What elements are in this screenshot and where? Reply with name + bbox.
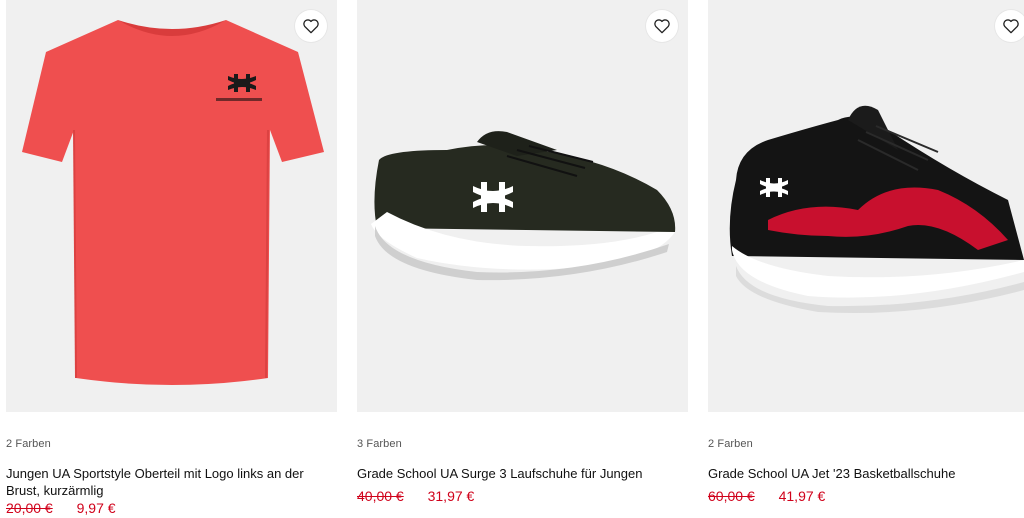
sale-price: 41,97 € — [778, 488, 826, 504]
color-count: 2 Farben — [708, 438, 753, 450]
sale-price: 9,97 € — [76, 500, 116, 516]
olive-running-shoe-image — [371, 131, 676, 281]
original-price: 20,00 € — [6, 500, 53, 516]
product-card[interactable]: 2 Farben Jungen UA Sportstyle Oberteil m… — [6, 0, 337, 518]
product-name-link[interactable]: Jungen UA Sportstyle Oberteil mit Logo l… — [6, 465, 337, 499]
sale-price: 31,97 € — [427, 488, 475, 504]
price-row: 40,00 € 31,97 € — [357, 488, 474, 504]
product-image-olive-running-shoe[interactable] — [357, 0, 688, 412]
product-card[interactable]: 3 Farben Grade School UA Surge 3 Laufsch… — [357, 0, 688, 518]
product-image-red-tshirt[interactable] — [6, 0, 337, 412]
heart-icon — [654, 19, 670, 34]
heart-icon — [303, 19, 319, 34]
heart-icon — [1003, 19, 1019, 34]
color-count: 2 Farben — [6, 438, 51, 450]
price-row: 20,00 € 9,97 € — [6, 500, 116, 516]
original-price: 40,00 € — [357, 488, 404, 504]
red-tshirt-image — [22, 20, 324, 385]
price-row: 60,00 € 41,97 € — [708, 488, 825, 504]
original-price: 60,00 € — [708, 488, 755, 504]
black-red-basketball-shoe-image — [729, 105, 1024, 314]
favorite-button[interactable] — [295, 10, 327, 42]
favorite-button[interactable] — [646, 10, 678, 42]
favorite-button[interactable] — [995, 10, 1024, 42]
product-image-black-red-basketball-shoe[interactable] — [708, 0, 1024, 412]
product-name-link[interactable]: Grade School UA Surge 3 Laufschuhe für J… — [357, 465, 688, 482]
product-name-link[interactable]: Grade School UA Jet '23 Basketballschuhe — [708, 465, 1024, 482]
product-grid: 2 Farben Jungen UA Sportstyle Oberteil m… — [0, 0, 1024, 518]
product-card[interactable]: 2 Farben Grade School UA Jet '23 Basketb… — [708, 0, 1024, 518]
color-count: 3 Farben — [357, 438, 402, 450]
